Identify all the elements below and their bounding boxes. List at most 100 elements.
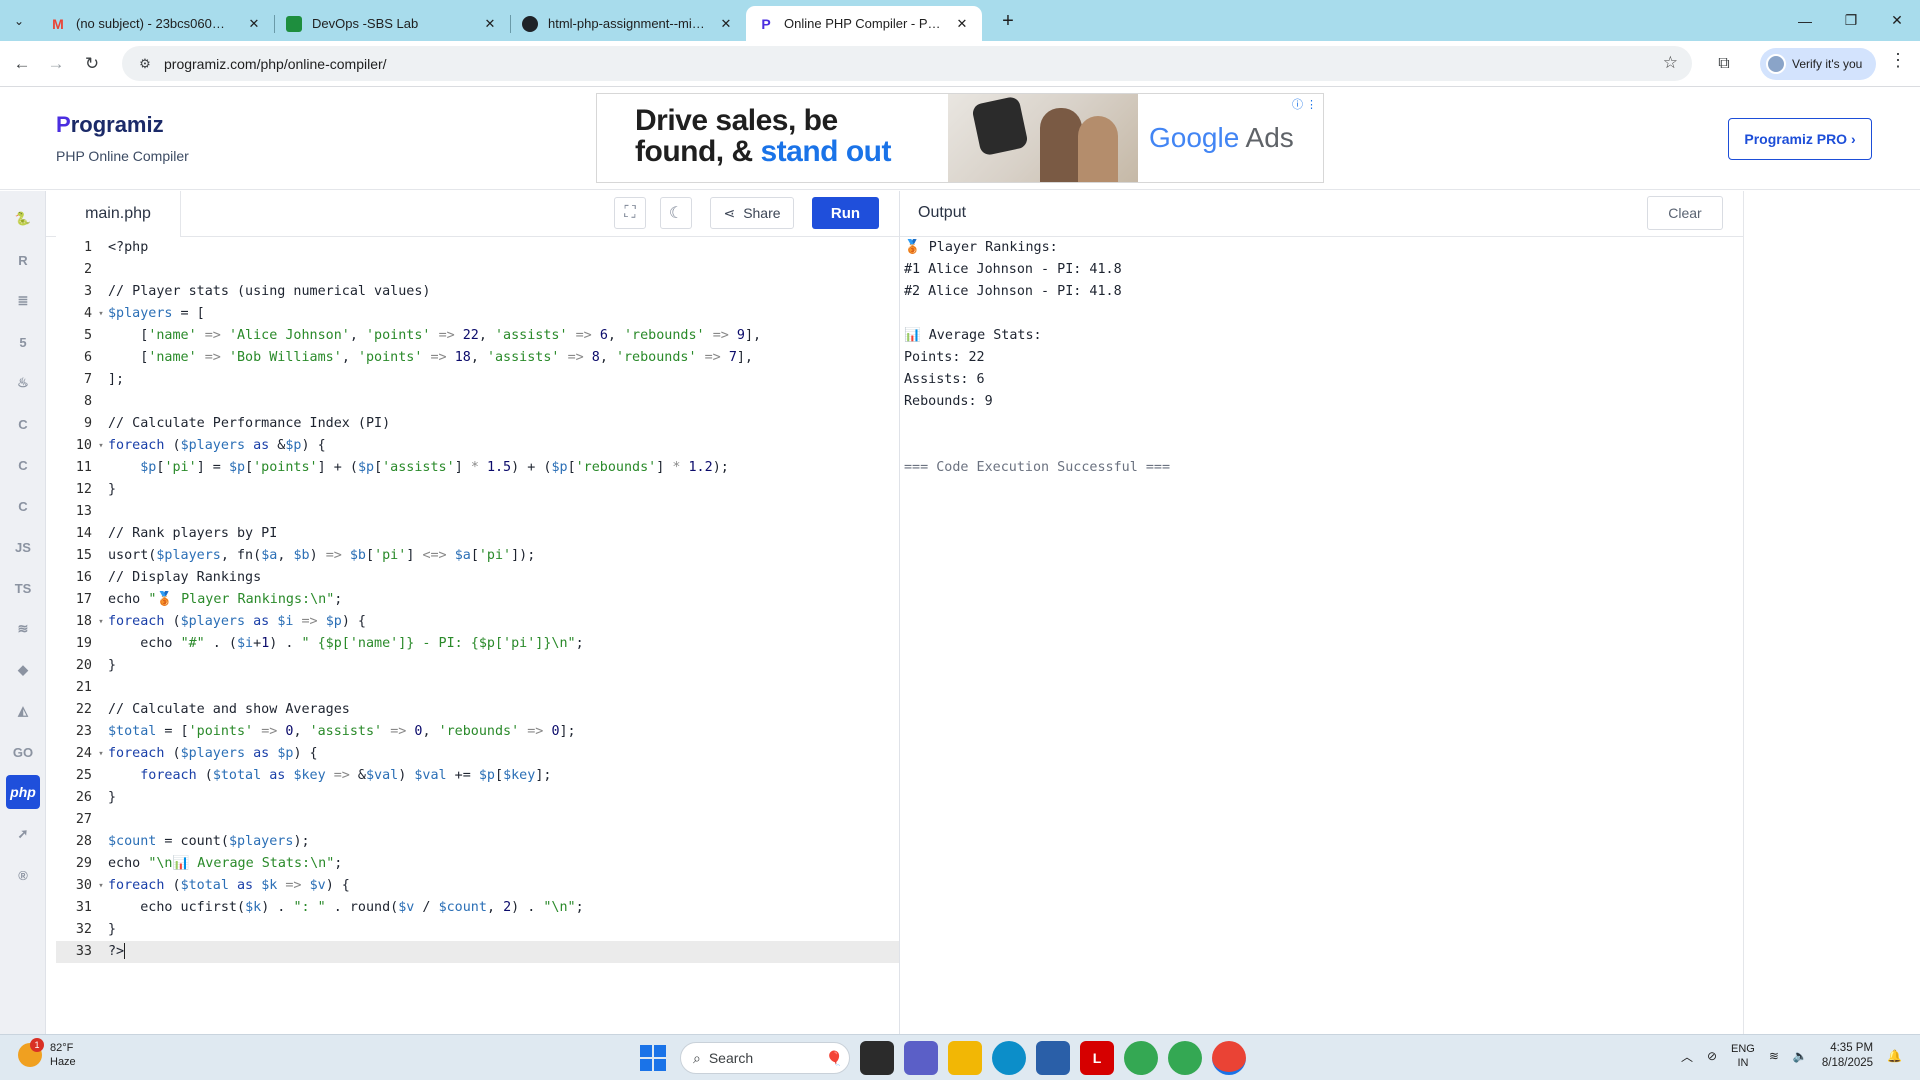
close-window-icon[interactable]: ✕ (1874, 0, 1920, 41)
classroom-icon (286, 15, 302, 32)
meet-icon[interactable]: ⊘ (1707, 1049, 1717, 1063)
go-icon[interactable]: GO (8, 737, 38, 767)
share-button[interactable]: ⋖ Share (710, 197, 794, 229)
close-icon[interactable]: ✕ (718, 16, 734, 32)
forward-icon[interactable]: → (42, 50, 70, 78)
restore-icon[interactable]: ❐ (1828, 0, 1874, 41)
extensions-icon[interactable]: ⧉ (1710, 50, 1738, 78)
tab-gmail[interactable]: M (no subject) - 23bcs060@psgrkcw.ac.in … (38, 6, 274, 41)
php-icon[interactable]: php (6, 775, 40, 809)
chrome-icon[interactable] (1124, 1041, 1158, 1075)
back-icon[interactable]: ← (8, 50, 36, 78)
c-icon[interactable]: C (8, 409, 38, 439)
tab-github[interactable]: html-php-assignment--minudavid ✕ (510, 6, 746, 41)
fold-arrow-icon: ▾ (98, 749, 104, 759)
copilot-icon[interactable] (904, 1041, 938, 1075)
pane-divider[interactable] (899, 191, 900, 1034)
code-line: 2 (83, 262, 92, 277)
bookmark-star-icon[interactable]: ☆ (1663, 53, 1678, 73)
code-line: 20} (75, 658, 117, 673)
code-line: 3// Player stats (using numerical values… (83, 284, 431, 299)
fullscreen-icon[interactable]: ⛶ (614, 197, 646, 229)
file-explorer-icon[interactable] (948, 1041, 982, 1075)
output-line: Rebounds: 9 (904, 394, 993, 409)
java-icon[interactable]: ♨ (8, 368, 38, 398)
right-gutter (1743, 191, 1920, 1034)
python-icon[interactable]: 🐍 (8, 204, 38, 234)
weather-icon: 1 (18, 1038, 44, 1067)
dark-mode-icon[interactable]: ☾ (660, 197, 692, 229)
taskbar-search[interactable]: ⌕ Search 🎈 (680, 1042, 850, 1074)
task-view-icon[interactable] (860, 1041, 894, 1075)
cpp-icon[interactable]: C (8, 450, 38, 480)
code-line: 28 $count = count($players); (75, 834, 310, 849)
tab-title: Online PHP Compiler - Programiz (784, 16, 944, 31)
weather-widget[interactable]: 1 82°F Haze (18, 1038, 76, 1069)
code-line: 19 echo "#" . ($i+1) . " {$p['name']} - … (75, 636, 584, 651)
wifi-icon[interactable]: ≋ (1769, 1049, 1779, 1063)
swift-alt-icon[interactable]: ◆ (8, 655, 38, 685)
code-line: 4 ▾ $players = [ (56, 303, 899, 325)
kotlin-icon[interactable]: ≋ (8, 614, 38, 644)
search-label: Search (708, 1050, 754, 1066)
close-icon[interactable]: ✕ (246, 16, 262, 32)
minimize-icon[interactable]: — (1782, 0, 1828, 41)
ad-choices-icon[interactable]: ⓘ ⋮ (1292, 96, 1317, 112)
chrome-active-icon[interactable] (1212, 1041, 1246, 1075)
rust-icon[interactable]: ® (8, 860, 38, 890)
tab-programiz[interactable]: P Online PHP Compiler - Programiz ✕ (746, 6, 982, 41)
sql-icon[interactable]: ≣ (8, 286, 38, 316)
tab-title: DevOps -SBS Lab (312, 16, 419, 31)
code-line: 25 foreach ($total as $key => &$val) $va… (75, 768, 552, 783)
rust-alt-icon[interactable]: ◭ (8, 696, 38, 726)
tab-search-icon[interactable]: ⌄ (6, 8, 32, 34)
code-line: 15 usort($players, fn($a, $b) => $b['pi']… (75, 548, 536, 563)
profile-button[interactable]: Verify it's you (1760, 48, 1876, 80)
code-line: 14// Rank players by PI (75, 526, 278, 541)
notifications-icon[interactable]: 🔔 (1887, 1049, 1902, 1063)
tab-title: html-php-assignment--minudavid (548, 16, 708, 31)
js-icon[interactable]: JS (8, 532, 38, 562)
site-info-icon[interactable]: ⚙ (130, 56, 160, 72)
code-line: 9// Calculate Performance Index (PI) (83, 416, 391, 431)
clear-button[interactable]: Clear (1647, 196, 1723, 230)
code-line: 18 ▾ foreach ($players as $i => $p) { (56, 611, 899, 633)
close-icon[interactable]: ✕ (954, 16, 970, 32)
os-taskbar: 1 82°F Haze ⌕ Search 🎈 L ︿ ⊘ ENG IN ≋ 🔈 (0, 1034, 1920, 1080)
code-editor[interactable]: 1 <?php 2 3// Player stats (using numeric… (56, 237, 899, 1034)
lenovo-icon[interactable]: L (1080, 1041, 1114, 1075)
google-ad-banner[interactable]: Drive sales, be found, & stand out Googl… (596, 93, 1324, 183)
chevron-up-icon[interactable]: ︿ (1681, 1048, 1693, 1065)
chrome-profile-icon[interactable] (1168, 1041, 1202, 1075)
code-line: 10 ▾ foreach ($players as &$p) { (56, 435, 899, 457)
ts-icon[interactable]: TS (8, 573, 38, 603)
windows-start-icon[interactable] (636, 1041, 670, 1075)
address-bar[interactable]: ⚙ programiz.com/php/online-compiler/ ☆ (122, 46, 1692, 81)
tab-devops[interactable]: DevOps -SBS Lab ✕ (274, 6, 510, 41)
programiz-pro-button[interactable]: Programiz PRO › (1728, 118, 1872, 160)
execution-status: === Code Execution Successful === (904, 460, 1171, 475)
swift-icon[interactable]: ➚ (8, 819, 38, 849)
programiz-icon: P (761, 15, 771, 32)
file-tab-main[interactable]: main.php (56, 191, 181, 237)
clock[interactable]: 4:35 PM 8/18/2025 (1822, 1041, 1873, 1071)
r-icon[interactable]: R (8, 245, 38, 275)
code-line: 17 echo "🥉 Player Rankings:\n"; (75, 592, 343, 607)
close-icon[interactable]: ✕ (482, 16, 498, 32)
weather-condition: Haze (50, 1056, 76, 1068)
csharp-icon[interactable]: C (8, 491, 38, 521)
html-icon[interactable]: 5 (8, 327, 38, 357)
input-language[interactable]: ENG IN (1731, 1042, 1755, 1070)
store-icon[interactable] (1036, 1041, 1070, 1075)
new-tab-button[interactable]: + (994, 8, 1022, 36)
reload-icon[interactable]: ↻ (78, 50, 106, 78)
run-button[interactable]: Run (812, 197, 879, 229)
edge-icon[interactable] (992, 1041, 1026, 1075)
browser-menu-icon[interactable]: ⋮ (1886, 50, 1910, 78)
code-line: 22// Calculate and show Averages (75, 702, 350, 717)
url-text[interactable]: programiz.com/php/online-compiler/ (164, 56, 387, 72)
programiz-logo[interactable]: Programiz (56, 112, 164, 138)
code-line: 5 ['name' => 'Alice Johnson', 'points' =… (83, 328, 762, 343)
volume-icon[interactable]: 🔈 (1793, 1049, 1808, 1063)
